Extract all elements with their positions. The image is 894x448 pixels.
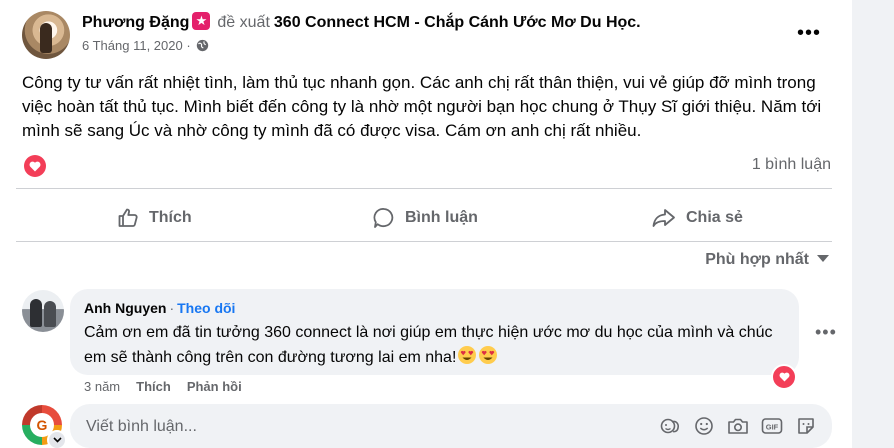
share-arrow-icon (652, 209, 675, 227)
svg-text:GIF: GIF (766, 422, 779, 431)
comment-input[interactable] (84, 413, 648, 441)
comment-label: Bình luận (405, 209, 478, 226)
comment-options-button[interactable]: ••• (815, 322, 837, 343)
follow-link[interactable]: Theo dõi (177, 300, 235, 316)
post-date[interactable]: 6 Tháng 11, 2020 (82, 38, 183, 53)
author-avatar[interactable] (22, 11, 70, 59)
divider (16, 188, 832, 189)
heart-eyes-emoji (479, 346, 498, 364)
meta-separator: · (186, 38, 191, 53)
post-meta: 6 Tháng 11, 2020 · (82, 38, 209, 53)
star-badge-icon: ★ (192, 12, 211, 30)
post-options-button[interactable]: ••• (797, 22, 821, 45)
commenter-avatar[interactable] (22, 290, 64, 332)
heart-icon[interactable] (24, 155, 46, 177)
comment-bubble-icon (373, 208, 394, 228)
share-button[interactable]: Chia sẻ (651, 204, 743, 232)
comment-like-button[interactable]: Thích (136, 379, 171, 394)
divider (16, 241, 832, 242)
caret-down-icon (817, 255, 829, 262)
chevron-down-icon[interactable] (47, 430, 67, 448)
comment-time[interactable]: 3 năm (84, 379, 120, 394)
gif-icon[interactable]: GIF (760, 414, 784, 438)
post-text: Công ty tư vấn rất nhiệt tình, làm thủ t… (22, 73, 822, 140)
heart-eyes-emoji (458, 346, 477, 364)
comment-count[interactable]: 1 bình luận (752, 156, 831, 174)
heart-icon[interactable] (771, 364, 797, 390)
author-name[interactable]: Phương Đặng (82, 14, 189, 31)
share-label: Chia sẻ (686, 209, 743, 226)
sort-comments-dropdown[interactable]: Phù hợp nhất (705, 251, 829, 269)
recommend-verb: đề xuất (217, 14, 270, 31)
comment-header: Anh Nguyen · Theo dõi (84, 300, 235, 316)
thumbs-up-icon (118, 208, 138, 227)
comment-bubble: Anh Nguyen · Theo dõi Cảm ơn em đã tin tưở… (70, 289, 799, 375)
comment-actions: 3 năm Thích Phản hồi (84, 379, 258, 394)
like-button[interactable]: Thích (116, 204, 192, 232)
globe-icon (197, 39, 209, 52)
sort-label: Phù hợp nhất (705, 251, 809, 268)
like-label: Thích (149, 209, 192, 226)
page-name[interactable]: 360 Connect HCM - Chắp Cánh Ước Mơ Du Họ… (274, 14, 641, 31)
commenter-name[interactable]: Anh Nguyen (84, 300, 166, 316)
comment-text: Cảm ơn em đã tin tưởng 360 connect là nơ… (84, 321, 789, 370)
post-header: Phương Đặng ★ đề xuất 360 Connect HCM - Chắ… (82, 12, 641, 32)
post-card: Phương Đặng ★ đề xuất 360 Connect HCM - Chắ… (0, 0, 852, 448)
comment-button[interactable]: Bình luận (372, 204, 478, 232)
comment-composer: GIF (70, 404, 832, 448)
emoji-icon[interactable] (692, 414, 716, 438)
sticker-face-icon[interactable] (658, 414, 682, 438)
comment-reply-button[interactable]: Phản hồi (187, 379, 242, 394)
camera-icon[interactable] (726, 414, 750, 438)
sticker-icon[interactable] (794, 414, 818, 438)
comment-separator: · (169, 300, 175, 316)
comment-body: Cảm ơn em đã tin tưởng 360 connect là nơ… (84, 324, 773, 366)
